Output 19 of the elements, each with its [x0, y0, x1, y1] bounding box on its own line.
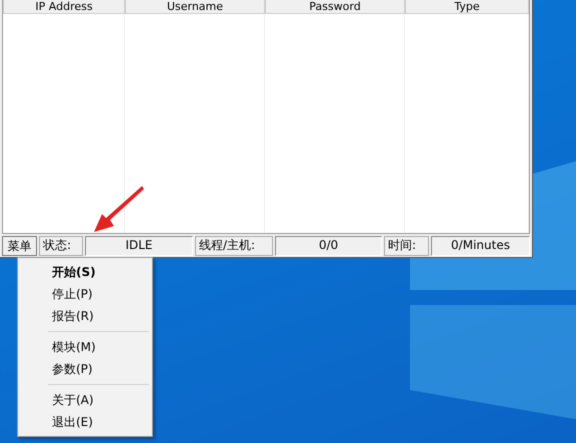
status-label: 状态: — [39, 236, 83, 256]
menu-button[interactable]: 菜单 — [2, 236, 37, 256]
menu-item[interactable]: 参数(P) — [18, 358, 93, 380]
column-header[interactable]: Username — [125, 0, 265, 14]
menu-item[interactable]: 开始(S) — [18, 261, 96, 283]
threads-value: 0/0 — [275, 236, 382, 256]
column-header[interactable]: Password — [265, 0, 405, 14]
column-header[interactable]: IP Address — [3, 0, 125, 14]
column-header[interactable]: Type — [405, 0, 529, 14]
threads-label: 线程/主机: — [195, 236, 273, 256]
time-label: 时间: — [384, 236, 429, 256]
status-value: IDLE — [85, 236, 193, 256]
menu-item[interactable]: 模块(M) — [18, 336, 96, 358]
pointer-arrow-drawing — [92, 184, 144, 234]
menu-item[interactable]: 退出(E) — [18, 411, 93, 433]
time-value: 0/Minutes — [431, 236, 530, 256]
menu-item[interactable]: 关于(A) — [18, 389, 94, 411]
menu-item[interactable]: 停止(P) — [18, 283, 93, 305]
menu-item[interactable]: 报告(R) — [18, 305, 94, 327]
